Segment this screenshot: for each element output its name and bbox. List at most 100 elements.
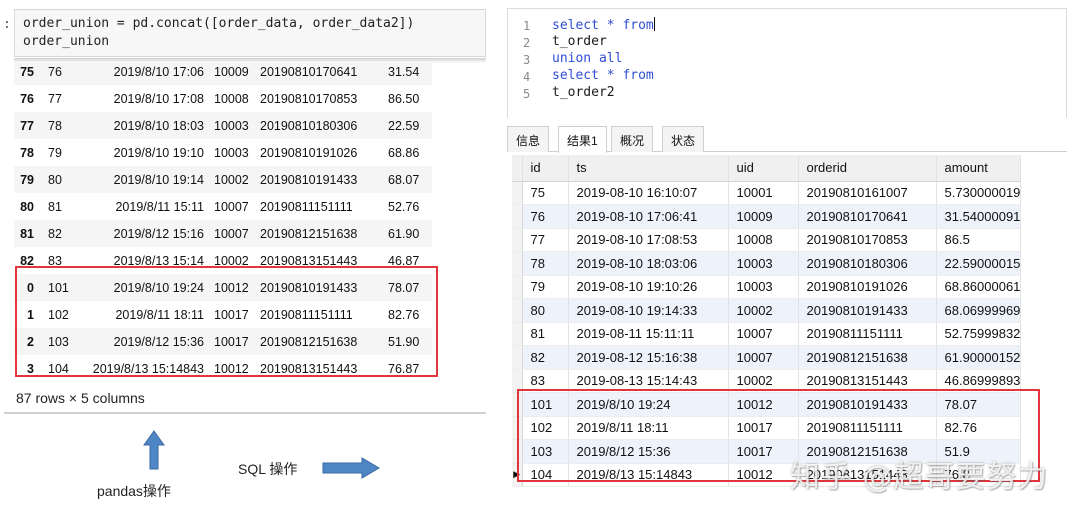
dataframe-cell-orderid: 20190812151638 <box>256 220 374 247</box>
grid-cell-uid[interactable]: 10003 <box>728 251 799 276</box>
tab-status[interactable]: 状态 <box>662 126 705 152</box>
grid-cell-amount[interactable]: 31.54000091 <box>936 204 1022 229</box>
watermark: 知乎 @超哥要努力 <box>790 460 1049 495</box>
grid-cell-amount[interactable]: 61.90000152 <box>936 345 1022 370</box>
dataframe-cell-index: 80 <box>20 199 34 214</box>
dataframe-cell-amount: 61.90 <box>374 220 432 247</box>
dataframe-cell-amount: 68.86 <box>388 145 420 160</box>
arrow-up-icon <box>143 430 165 470</box>
row-marker-cell <box>512 228 523 252</box>
grid-cell-orderid[interactable]: 20190810161007 <box>798 181 937 205</box>
grid-cell-id[interactable]: 79 <box>522 275 569 299</box>
grid-cell-ts[interactable]: 2019-08-10 18:03:06 <box>568 251 729 276</box>
row-marker-cell <box>512 275 523 299</box>
grid-cell-id[interactable]: 75 <box>522 181 569 205</box>
sql-line-5[interactable]: t_order2 <box>552 85 615 100</box>
column-header-ts[interactable]: ts <box>568 155 729 182</box>
grid-cell-orderid[interactable]: 20190810180306 <box>798 251 937 276</box>
grid-cell-id[interactable]: 81 <box>522 322 569 346</box>
dataframe-cell-orderid: 20190810170853 <box>260 91 358 106</box>
sql-line-2[interactable]: t_order <box>552 34 607 49</box>
dataframe-row: 76 77 2019/8/10 17:08 10008 20190810170853 86… <box>14 85 432 112</box>
grid-cell-amount[interactable]: 52.75999832 <box>936 322 1022 346</box>
pandas-caption: pandas操作 <box>97 483 171 499</box>
dataframe-cell-amount: 68.07 <box>374 166 432 193</box>
column-header-orderid[interactable]: orderid <box>798 155 937 182</box>
grid-cell-ts[interactable]: 2019-08-10 19:14:33 <box>568 298 729 323</box>
grid-cell-uid[interactable]: 10009 <box>728 204 799 229</box>
dataframe-cell-orderid: 20190810191433 <box>256 166 374 193</box>
grid-cell-id[interactable]: 77 <box>522 228 569 252</box>
column-header-id[interactable]: id <box>522 155 569 182</box>
row-marker-cell <box>512 322 523 346</box>
grid-cell-amount[interactable]: 86.5 <box>936 228 1022 252</box>
grid-cell-orderid[interactable]: 20190812151638 <box>798 345 937 370</box>
grid-row[interactable]: 76 2019-08-10 17:06:41 10009 20190810170641… <box>512 204 1022 229</box>
sql-line-1-text: select * from <box>552 18 654 33</box>
grid-row[interactable]: 77 2019-08-10 17:08:53 10008 20190810170853… <box>512 228 1022 252</box>
grid-cell-ts[interactable]: 2019-08-11 15:11:11 <box>568 322 729 346</box>
code-cell[interactable]: order_union = pd.concat([order_data, ord… <box>14 9 486 57</box>
row-marker-cell <box>512 298 523 323</box>
grid-cell-ts[interactable]: 2019-08-12 15:16:38 <box>568 345 729 370</box>
grid-row[interactable]: 80 2019-08-10 19:14:33 10002 20190810191433… <box>512 298 1022 323</box>
row-marker-cell <box>512 181 523 205</box>
grid-cell-uid[interactable]: 10007 <box>728 345 799 370</box>
grid-cell-ts[interactable]: 2019-08-10 17:06:41 <box>568 204 729 229</box>
grid-cell-orderid[interactable]: 20190810170641 <box>798 204 937 229</box>
dataframe-cell-id: 80 <box>40 166 80 193</box>
column-header-uid[interactable]: uid <box>728 155 799 182</box>
grid-row[interactable]: 78 2019-08-10 18:03:06 10003 20190810180306… <box>512 251 1022 276</box>
grid-row[interactable]: 81 2019-08-11 15:11:11 10007 20190811151111… <box>512 322 1022 346</box>
dataframe-row: 81 82 2019/8/12 15:16 10007 20190812151638 61… <box>14 220 432 247</box>
grid-cell-orderid[interactable]: 20190810170853 <box>798 228 937 252</box>
dataframe-shape-summary: 87 rows × 5 columns <box>16 390 145 406</box>
dataframe-cell-orderid: 20190811151111 <box>260 199 353 214</box>
grid-cell-amount[interactable]: 68.86000061 <box>936 275 1022 299</box>
row-marker-cell <box>512 204 523 229</box>
grid-cell-id[interactable]: 80 <box>522 298 569 323</box>
line-number: 4 <box>523 70 531 84</box>
grid-cell-orderid[interactable]: 20190810191026 <box>798 275 937 299</box>
sql-line-1[interactable]: select * from <box>552 17 655 33</box>
grid-cell-ts[interactable]: 2019-08-10 19:10:26 <box>568 275 729 299</box>
dataframe-cell-index: 81 <box>14 220 40 247</box>
grid-cell-uid[interactable]: 10002 <box>728 298 799 323</box>
grid-row[interactable]: 79 2019-08-10 19:10:26 10003 20190810191026… <box>512 275 1022 299</box>
output-divider <box>4 412 486 414</box>
dataframe-cell-index: 76 <box>20 91 34 106</box>
sql-line-4[interactable]: select * from <box>552 68 654 83</box>
grid-cell-id[interactable]: 82 <box>522 345 569 370</box>
dataframe-row: 79 80 2019/8/10 19:14 10002 20190810191433 68… <box>14 166 432 193</box>
grid-row[interactable]: 82 2019-08-12 15:16:38 10007 20190812151638… <box>512 345 1022 370</box>
grid-cell-amount[interactable]: 68.06999969 <box>936 298 1022 323</box>
grid-cell-uid[interactable]: 10003 <box>728 275 799 299</box>
grid-cell-uid[interactable]: 10001 <box>728 181 799 205</box>
grid-row[interactable]: 75 2019-08-10 16:10:07 10001 20190810161007… <box>512 181 1022 205</box>
grid-cell-orderid[interactable]: 20190811151111 <box>798 322 937 346</box>
grid-cell-id[interactable]: 76 <box>522 204 569 229</box>
grid-cell-uid[interactable]: 10008 <box>728 228 799 252</box>
arrow-right-icon <box>322 457 380 479</box>
sql-editor[interactable]: 1 select * from 2 t_order 3 union all 4 … <box>507 8 1067 118</box>
grid-cell-id[interactable]: 78 <box>522 251 569 276</box>
code-line-1: order_union = pd.concat([order_data, ord… <box>23 16 415 31</box>
grid-cell-orderid[interactable]: 20190810191433 <box>798 298 937 323</box>
dataframe-cell-ts: 2019/8/10 17:08 <box>113 91 204 106</box>
grid-cell-amount[interactable]: 22.59000015 <box>936 251 1022 276</box>
dataframe-cell-amount: 86.50 <box>388 91 420 106</box>
sql-line-3[interactable]: union all <box>552 51 622 66</box>
dataframe-cell-uid: 10003 <box>208 112 256 139</box>
tab-overview[interactable]: 概况 <box>611 126 654 152</box>
column-header-amount[interactable]: amount <box>936 155 1022 182</box>
dataframe-cell-ts: 2019/8/10 19:14 <box>80 166 208 193</box>
grid-cell-ts[interactable]: 2019-08-10 16:10:07 <box>568 181 729 205</box>
grid-cell-uid[interactable]: 10007 <box>728 322 799 346</box>
dataframe-cell-index: 78 <box>20 145 34 160</box>
dataframe-cell-uid: 10008 <box>214 91 249 106</box>
tab-result1[interactable]: 结果1 <box>558 126 607 153</box>
sql-caption: SQL 操作 <box>238 461 298 477</box>
tab-info[interactable]: 信息 <box>507 126 550 152</box>
grid-cell-ts[interactable]: 2019-08-10 17:08:53 <box>568 228 729 252</box>
grid-cell-amount[interactable]: 5.730000019 <box>936 181 1022 205</box>
